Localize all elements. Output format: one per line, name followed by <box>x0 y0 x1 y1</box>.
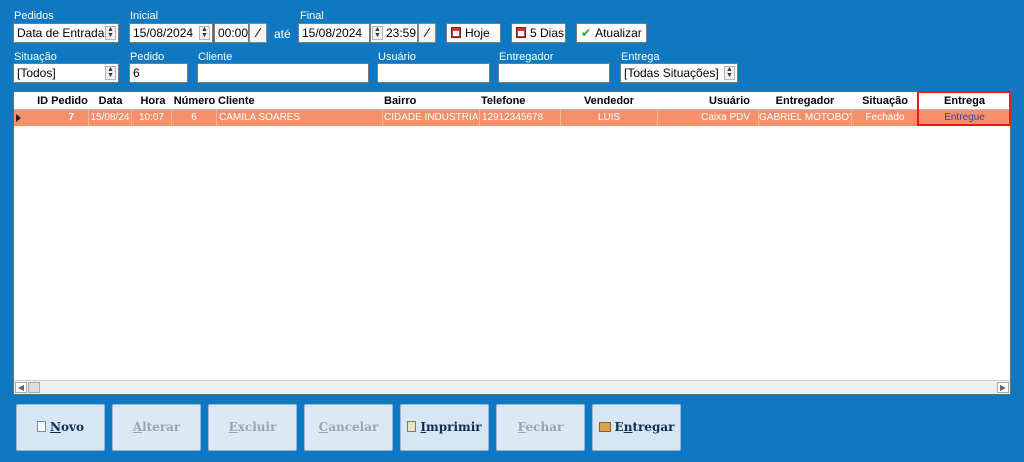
usuario-input[interactable] <box>377 63 490 83</box>
alterar-button[interactable]: Alterar <box>112 404 201 451</box>
entrega-select[interactable]: [Todas Situações] ▲ ▼ <box>620 63 738 83</box>
col-header-telefone[interactable]: Telefone <box>481 92 561 110</box>
col-header-vendedor[interactable]: Vendedor <box>562 92 656 110</box>
inicial-date-value: 15/08/2024 <box>133 26 194 40</box>
horizontal-scrollbar[interactable]: ◀ ▶ <box>14 380 1010 394</box>
final-date-value: 15/08/2024 <box>302 26 363 40</box>
cell-vendedor: LUIS <box>561 110 658 126</box>
col-header-data[interactable]: Data <box>89 92 132 110</box>
pedido-input-value: 6 <box>133 66 140 80</box>
excluir-rest: xcluir <box>237 420 277 434</box>
col-header-entregador[interactable]: Entregador <box>759 92 851 110</box>
entrega-label: Entrega <box>621 51 660 63</box>
spin-icon: ▲ ▼ <box>199 26 210 40</box>
cell-situacao: Fechado <box>852 110 919 126</box>
scroll-right-icon[interactable]: ▶ <box>997 382 1009 393</box>
entregar-pre: E <box>614 420 624 434</box>
col-header-numero[interactable]: Número <box>172 92 217 110</box>
spin-icon: ▲ ▼ <box>372 26 383 40</box>
cell-cliente: CAMILA SOARES <box>217 110 383 126</box>
novo-rest: ovo <box>60 420 84 434</box>
calendar-icon <box>516 27 526 38</box>
alterar-hotkey: A <box>132 420 143 434</box>
orders-grid[interactable]: ID Pedido Data Hora Número Cliente Bairr… <box>13 91 1011 395</box>
col-header-situacao[interactable]: Situação <box>852 92 918 110</box>
excluir-button[interactable]: Excluir <box>208 404 297 451</box>
entrega-column-highlight <box>917 91 1011 126</box>
ate-label: até <box>274 27 291 41</box>
spin-icon: ▲ ▼ <box>105 26 116 40</box>
spin-icon: ▲ ▼ <box>724 66 735 80</box>
final-clear-icon[interactable]: ⁄ <box>418 23 436 43</box>
cliente-input[interactable] <box>197 63 369 83</box>
inicial-label: Inicial <box>130 10 159 22</box>
cell-usuario: Caixa PDV <box>658 110 759 126</box>
pedido-input[interactable]: 6 <box>129 63 188 83</box>
atualizar-button-label: Atualizar <box>595 26 642 40</box>
cell-entregador: GABRIEL MOTOBOY <box>759 110 852 126</box>
scroll-thumb[interactable] <box>28 382 40 393</box>
cell-telefone: 12912345678 <box>480 110 561 126</box>
grid-header: ID Pedido Data Hora Número Cliente Bairr… <box>14 92 1010 110</box>
table-row[interactable]: 7 15/08/24 10:07 6 CAMILA SOARES CIDADE … <box>14 110 1010 126</box>
cancelar-button[interactable]: Cancelar <box>304 404 393 451</box>
final-date-input[interactable]: 15/08/2024 <box>298 23 370 43</box>
pedido-label: Pedido <box>130 51 165 63</box>
imprimir-rest: mprimir <box>426 420 482 434</box>
cinco-dias-button[interactable]: 5 Dias <box>511 23 566 43</box>
spin-icon: ▲ ▼ <box>105 66 116 80</box>
final-time-input[interactable]: ▲ ▼ 23:59 <box>370 23 418 43</box>
cinco-dias-button-label: 5 Dias <box>530 26 565 40</box>
cell-hora: 10:07 <box>132 110 172 126</box>
inicial-time-input[interactable]: 00:00 <box>214 23 249 43</box>
cell-numero: 6 <box>172 110 217 126</box>
imprimir-button[interactable]: Imprimir <box>400 404 489 451</box>
check-icon: ✔ <box>581 26 592 40</box>
entregador-label: Entregador <box>499 51 554 63</box>
cell-data: 15/08/24 <box>89 110 132 126</box>
hoje-button-label: Hoje <box>465 26 490 40</box>
situacao-select-value: [Todos] <box>17 66 56 80</box>
fechar-rest: echar <box>525 420 564 434</box>
col-header-hora[interactable]: Hora <box>134 92 172 110</box>
row-indicator-icon <box>16 114 21 122</box>
col-header-cliente[interactable]: Cliente <box>218 92 383 110</box>
alterar-rest: lterar <box>142 420 181 434</box>
document-icon <box>37 421 47 432</box>
scroll-left-icon[interactable]: ◀ <box>15 382 27 393</box>
novo-button[interactable]: Novo <box>16 404 105 451</box>
calendar-icon <box>451 27 461 38</box>
pedidos-select-value: Data de Entrada <box>17 26 105 40</box>
entregar-rest: tregar <box>632 420 675 434</box>
inicial-clear-icon[interactable]: ⁄ <box>249 23 267 43</box>
fechar-button[interactable]: Fechar <box>496 404 585 451</box>
cancelar-rest: ancelar <box>328 420 379 434</box>
col-header-bairro[interactable]: Bairro <box>384 92 479 110</box>
usuario-label: Usuário <box>378 51 416 63</box>
situacao-label: Situação <box>14 51 57 63</box>
cell-bairro: CIDADE INDUSTRIAL <box>383 110 480 126</box>
hoje-button[interactable]: Hoje <box>446 23 501 43</box>
inicial-date-input[interactable]: 15/08/2024 ▲ ▼ <box>129 23 213 43</box>
entrega-select-value: [Todas Situações] <box>624 66 719 80</box>
fechar-hotkey: F <box>517 420 526 434</box>
final-label: Final <box>300 10 324 22</box>
pedidos-select[interactable]: Data de Entrada ▲ ▼ <box>13 23 119 43</box>
novo-hotkey: N <box>50 420 61 434</box>
cell-id: 7 <box>26 110 89 126</box>
printer-icon <box>407 421 417 432</box>
excluir-hotkey: E <box>228 420 238 434</box>
pedidos-label: Pedidos <box>14 10 54 22</box>
final-time-value: 23:59 <box>386 26 417 40</box>
entregar-button[interactable]: Entregar <box>592 404 681 451</box>
cliente-label: Cliente <box>198 51 233 63</box>
inicial-time-value: 00:00 <box>218 26 249 40</box>
entregador-input[interactable] <box>498 63 610 83</box>
atualizar-button[interactable]: ✔ Atualizar <box>576 23 647 43</box>
situacao-select[interactable]: [Todos] ▲ ▼ <box>13 63 119 83</box>
col-header-usuario[interactable]: Usuário <box>658 92 758 110</box>
delivery-icon <box>598 422 611 432</box>
cancelar-hotkey: C <box>318 420 329 434</box>
